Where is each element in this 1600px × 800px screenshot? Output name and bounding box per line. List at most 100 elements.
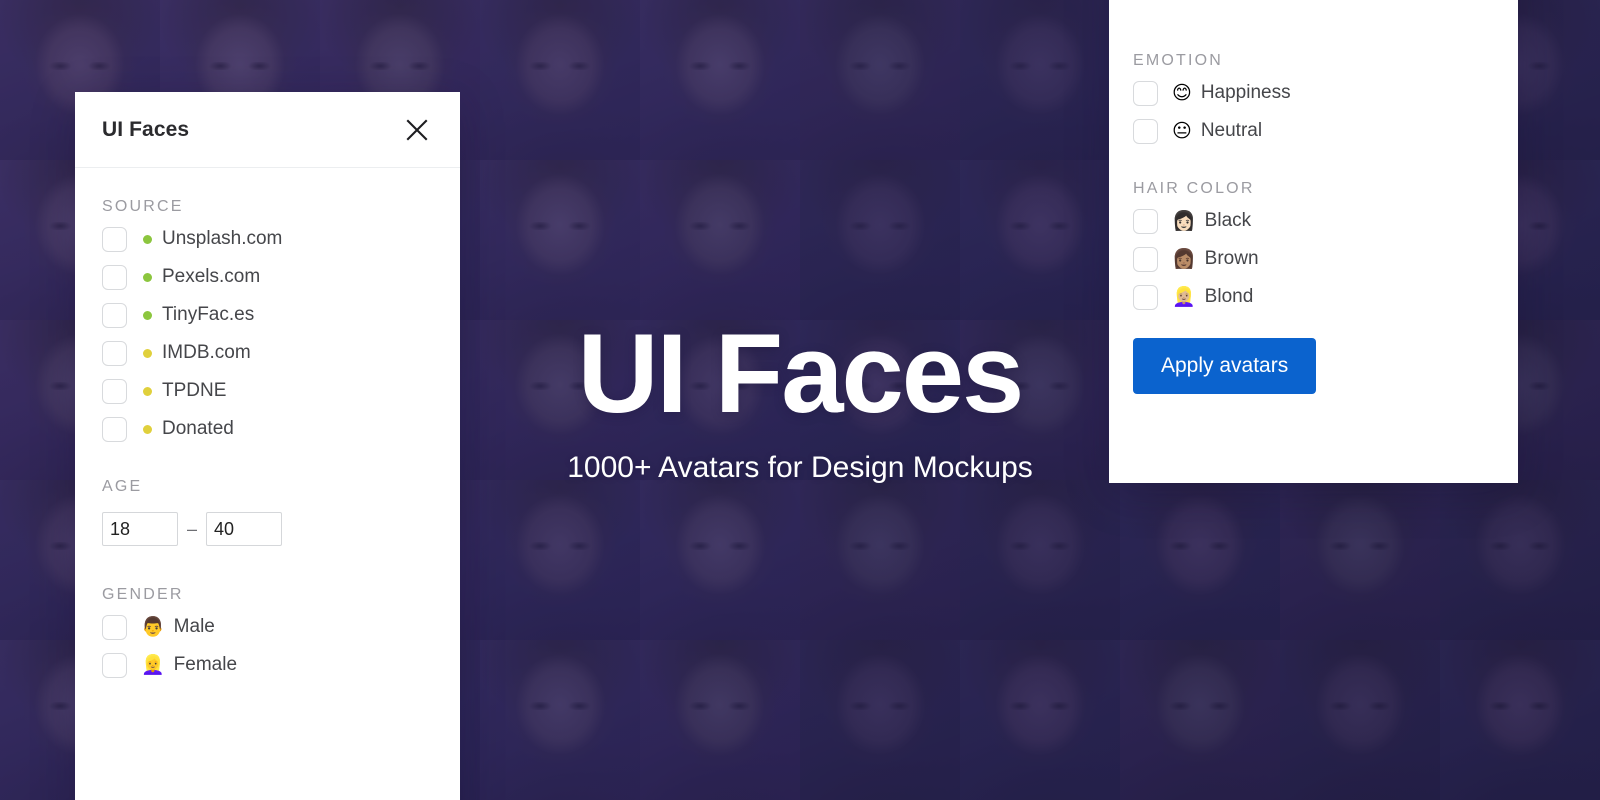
status-dot bbox=[143, 272, 152, 282]
panel-header: UI Faces bbox=[75, 92, 460, 168]
section-label-source: SOURCE bbox=[102, 198, 184, 215]
filter-row[interactable]: 👱🏼‍♀️ Blond bbox=[1133, 278, 1494, 316]
avatar-tile bbox=[480, 0, 640, 160]
filter-row[interactable]: 👩🏽 Brown bbox=[1133, 240, 1494, 278]
age-min-input[interactable] bbox=[102, 512, 178, 546]
checkbox-blond[interactable] bbox=[1133, 284, 1158, 310]
emoji-icon: 👱🏼‍♀️ bbox=[1172, 285, 1196, 308]
filter-row[interactable]: 😊 Happiness bbox=[1133, 74, 1494, 112]
avatar-tile bbox=[800, 0, 960, 160]
checkbox-pexels-com[interactable] bbox=[102, 264, 127, 290]
age-range-separator: – bbox=[186, 518, 197, 539]
avatar-tile bbox=[1120, 480, 1280, 640]
panel-title: UI Faces bbox=[102, 117, 190, 141]
filter-row[interactable]: IMDB.com bbox=[102, 334, 433, 372]
avatar-tile bbox=[640, 160, 800, 320]
filter-row-label: IMDB.com bbox=[162, 342, 251, 363]
filter-row[interactable]: TinyFac.es bbox=[102, 296, 433, 334]
checkbox-happiness[interactable] bbox=[1133, 80, 1158, 106]
section-label-emotion: EMOTION bbox=[1133, 52, 1224, 69]
filter-panel-right: EMOTION 😊 Happiness 😐 Neutral HAIR COLOR 👩🏻… bbox=[1109, 0, 1518, 483]
status-dot bbox=[143, 234, 152, 244]
checkbox-brown[interactable] bbox=[1133, 246, 1158, 272]
filter-row-label: Female bbox=[173, 654, 238, 675]
avatar-tile bbox=[1440, 480, 1600, 640]
close-icon bbox=[405, 118, 429, 142]
filter-row-label: Happiness bbox=[1200, 82, 1291, 103]
filter-row-label: Black bbox=[1204, 210, 1252, 231]
avatar-tile bbox=[960, 640, 1120, 800]
section-label-hair-color: HAIR COLOR bbox=[1133, 180, 1255, 197]
avatar-tile bbox=[960, 160, 1120, 320]
filter-row-label: Neutral bbox=[1200, 120, 1263, 141]
filter-row-label: Unsplash.com bbox=[162, 228, 283, 249]
emoji-icon: 👱‍♀️ bbox=[141, 653, 165, 676]
filter-row-label: Donated bbox=[162, 418, 234, 439]
avatar-tile bbox=[800, 320, 960, 480]
close-button[interactable] bbox=[400, 113, 434, 147]
source-filter-list: Unsplash.com Pexels.com TinyFac.es IMDB.com… bbox=[102, 220, 433, 448]
avatar-tile bbox=[800, 640, 960, 800]
section-label-age: AGE bbox=[102, 478, 143, 495]
filter-row[interactable]: 👱‍♀️ Female bbox=[102, 646, 433, 684]
filter-row[interactable]: Unsplash.com bbox=[102, 220, 433, 258]
avatar-tile bbox=[1280, 480, 1440, 640]
checkbox-unsplash-com[interactable] bbox=[102, 226, 127, 252]
emoji-icon: 😐 bbox=[1172, 119, 1192, 142]
age-max-input[interactable] bbox=[206, 512, 282, 546]
status-dot bbox=[143, 424, 152, 434]
apply-avatars-button[interactable]: Apply avatars bbox=[1133, 338, 1317, 394]
gender-filter-list: 👨 Male 👱‍♀️ Female bbox=[102, 608, 433, 684]
filter-row[interactable]: TPDNE bbox=[102, 372, 433, 410]
filter-row-label: TPDNE bbox=[162, 380, 227, 401]
filter-row[interactable]: 😐 Neutral bbox=[1133, 112, 1494, 150]
filter-panel-left: UI Faces SOURCE Unsplash.com Pexels.com Ti… bbox=[75, 92, 460, 800]
avatar-tile bbox=[960, 320, 1120, 480]
avatar-tile bbox=[480, 640, 640, 800]
checkbox-male[interactable] bbox=[102, 614, 127, 640]
avatar-tile bbox=[480, 480, 640, 640]
avatar-tile bbox=[640, 0, 800, 160]
checkbox-imdb-com[interactable] bbox=[102, 340, 127, 366]
checkbox-donated[interactable] bbox=[102, 416, 127, 442]
checkbox-neutral[interactable] bbox=[1133, 118, 1158, 144]
avatar-tile bbox=[800, 160, 960, 320]
age-range-inputs: – bbox=[102, 512, 433, 546]
filter-row[interactable]: 👨 Male bbox=[102, 608, 433, 646]
checkbox-female[interactable] bbox=[102, 652, 127, 678]
checkbox-tinyfac-es[interactable] bbox=[102, 302, 127, 328]
filter-row[interactable]: Donated bbox=[102, 410, 433, 448]
emoji-icon: 👩🏽 bbox=[1172, 247, 1196, 270]
app-root: UI Faces 1000+ Avatars for Design Mockup… bbox=[0, 0, 1600, 800]
emoji-icon: 👩🏻 bbox=[1172, 209, 1196, 232]
avatar-tile bbox=[640, 480, 800, 640]
avatar-tile bbox=[480, 160, 640, 320]
status-dot bbox=[143, 348, 152, 358]
section-label-gender: GENDER bbox=[102, 586, 184, 603]
avatar-tile bbox=[800, 480, 960, 640]
status-dot bbox=[143, 310, 152, 320]
panel-body-left: SOURCE Unsplash.com Pexels.com TinyFac.es I… bbox=[75, 168, 460, 684]
filter-row-label: Male bbox=[173, 616, 215, 637]
filter-row-label: Brown bbox=[1204, 248, 1259, 269]
filter-row[interactable]: Pexels.com bbox=[102, 258, 433, 296]
avatar-tile bbox=[960, 480, 1120, 640]
avatar-tile bbox=[960, 0, 1120, 160]
emotion-filter-list: 😊 Happiness 😐 Neutral bbox=[1133, 74, 1494, 150]
status-dot bbox=[143, 386, 152, 396]
emoji-icon: 👨 bbox=[141, 615, 165, 638]
avatar-tile bbox=[480, 320, 640, 480]
filter-row[interactable]: 👩🏻 Black bbox=[1133, 202, 1494, 240]
avatar-tile bbox=[640, 320, 800, 480]
avatar-tile bbox=[640, 640, 800, 800]
checkbox-tpdne[interactable] bbox=[102, 378, 127, 404]
filter-row-label: Pexels.com bbox=[162, 266, 261, 287]
avatar-tile bbox=[1440, 640, 1600, 800]
avatar-tile bbox=[1120, 640, 1280, 800]
hair-color-filter-list: 👩🏻 Black 👩🏽 Brown 👱🏼‍♀️ Blond bbox=[1133, 202, 1494, 316]
checkbox-black[interactable] bbox=[1133, 208, 1158, 234]
filter-row-label: Blond bbox=[1204, 286, 1254, 307]
filter-row-label: TinyFac.es bbox=[162, 304, 255, 325]
emoji-icon: 😊 bbox=[1172, 81, 1192, 104]
avatar-tile bbox=[1280, 640, 1440, 800]
